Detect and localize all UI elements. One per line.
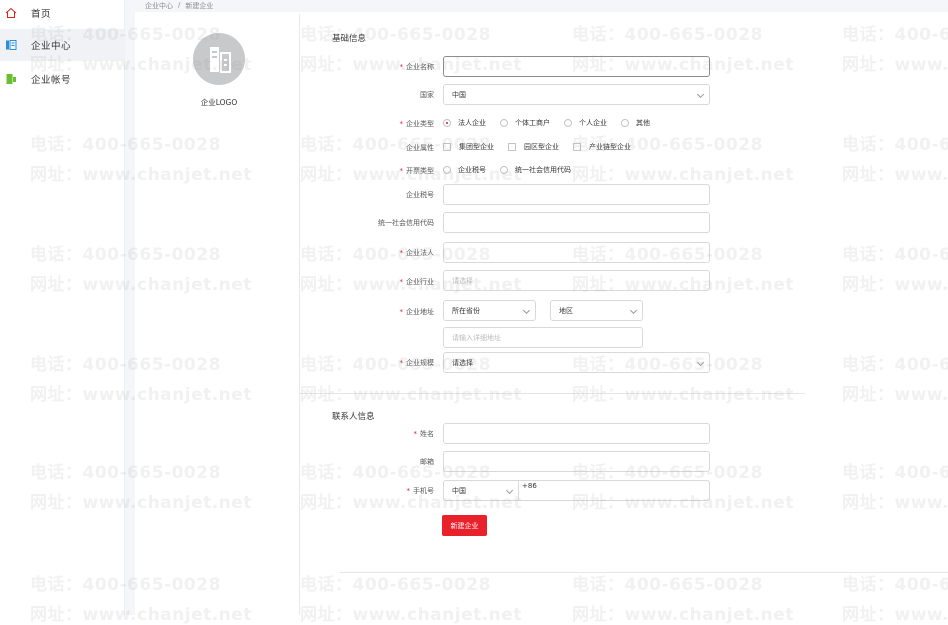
watermark-site: 网址：www.chanjet.net bbox=[842, 165, 948, 185]
sidebar-divider bbox=[125, 0, 135, 615]
watermark-phone: 电话：400-665-0028 bbox=[842, 25, 948, 45]
checkbox-icon bbox=[508, 143, 516, 151]
watermark-site: 网址：www.chanjet.net bbox=[842, 385, 948, 405]
section-title-basic: 基础信息 bbox=[332, 34, 367, 44]
region-select[interactable]: 地区 bbox=[550, 300, 643, 321]
sidebar-item-label: 企业帐号 bbox=[31, 75, 72, 86]
watermark-site: 网址：www.chanjet.net bbox=[842, 55, 948, 75]
contact-name-input[interactable] bbox=[443, 423, 710, 444]
label-company-type: * 企业类型 bbox=[399, 120, 435, 128]
watermark-phone: 电话：400-665-0028 bbox=[842, 135, 948, 155]
chevron-down-icon bbox=[696, 358, 705, 367]
logo-label: 企业LOGO bbox=[200, 98, 238, 107]
label-phone: * 手机号 bbox=[406, 487, 435, 495]
breadcrumb-parent[interactable]: 企业中心 bbox=[145, 1, 173, 11]
watermark-site: 网址：www.chanjet.net bbox=[842, 605, 948, 625]
create-company-button[interactable]: 新建企业 bbox=[442, 515, 487, 536]
province-select[interactable]: 所在省份 bbox=[443, 300, 536, 321]
section-divider bbox=[300, 393, 805, 394]
radio-checked-icon bbox=[443, 119, 451, 127]
building-icon bbox=[6, 40, 17, 50]
company-logo-icon bbox=[210, 47, 231, 73]
label-country: 国家 bbox=[420, 91, 434, 99]
section-title-contact: 联系人信息 bbox=[332, 412, 375, 422]
country-select[interactable]: 中国 bbox=[443, 84, 710, 105]
radio-option[interactable]: 个体工商户 bbox=[500, 118, 550, 128]
radio-option[interactable]: 企业税号 bbox=[443, 165, 486, 175]
chevron-down-icon bbox=[522, 306, 531, 315]
watermark-site: 网址：www.chanjet.net bbox=[842, 493, 948, 513]
sidebar-item-enterprise-center[interactable]: 企业中心 bbox=[0, 29, 125, 61]
phone-country-select[interactable]: 中国 bbox=[443, 480, 519, 501]
checkbox-option[interactable]: 产业链型企业 bbox=[573, 142, 631, 152]
radio-icon bbox=[500, 119, 508, 127]
logo-upload[interactable] bbox=[193, 33, 245, 85]
email-input[interactable] bbox=[443, 451, 710, 472]
credit-code-input[interactable] bbox=[443, 212, 710, 233]
account-icon bbox=[6, 74, 16, 84]
label-address: * 企业地址 bbox=[399, 308, 435, 316]
chevron-down-icon bbox=[505, 486, 514, 495]
watermark-phone: 电话：400-665-0028 bbox=[300, 575, 491, 595]
sidebar-item-enterprise-account[interactable]: 企业帐号 bbox=[0, 63, 125, 95]
watermark-site: 网址：www.chanjet.net bbox=[300, 605, 522, 625]
watermark-phone: 电话：400-665-0028 bbox=[572, 25, 763, 45]
radio-option[interactable]: 个人企业 bbox=[564, 118, 607, 128]
legal-person-input[interactable] bbox=[443, 242, 710, 263]
checkbox-icon bbox=[573, 143, 581, 151]
breadcrumb-current: 新建企业 bbox=[185, 2, 214, 10]
label-email: 邮箱 bbox=[420, 458, 434, 466]
address-detail-input[interactable]: 请输入详细地址 bbox=[443, 327, 643, 348]
watermark-site: 网址：www.chanjet.net bbox=[842, 275, 948, 295]
radio-icon bbox=[443, 166, 451, 174]
company-attr-checkbox-group: 集团型企业 园区型企业 产业链型企业 bbox=[443, 142, 645, 152]
chevron-down-icon bbox=[696, 90, 705, 99]
phone-prefix: +86 bbox=[522, 482, 537, 490]
label-invoice-type: * 开票类型 bbox=[399, 167, 435, 175]
watermark-phone: 电话：400-665-0028 bbox=[572, 575, 763, 595]
checkbox-option[interactable]: 集团型企业 bbox=[443, 142, 494, 152]
footer-divider bbox=[340, 572, 948, 573]
breadcrumb: 企业中心 / 新建企业 bbox=[145, 1, 213, 11]
breadcrumb-separator: / bbox=[178, 1, 181, 9]
home-icon bbox=[5, 7, 17, 18]
checkbox-option[interactable]: 园区型企业 bbox=[508, 142, 559, 152]
sidebar-item-label: 企业中心 bbox=[31, 41, 72, 52]
label-industry: * 企业行业 bbox=[399, 278, 435, 286]
checkbox-icon bbox=[443, 143, 451, 151]
sidebar-item-label: 首页 bbox=[31, 9, 52, 20]
label-contact-name: * 姓名 bbox=[413, 430, 435, 438]
top-bar bbox=[135, 0, 948, 12]
label-legal-person: * 企业法人 bbox=[399, 249, 435, 257]
watermark-phone: 电话：400-665-0028 bbox=[842, 245, 948, 265]
tax-number-input[interactable] bbox=[443, 184, 710, 205]
watermark-phone: 电话：400-665-0028 bbox=[842, 575, 948, 595]
chevron-down-icon bbox=[629, 306, 638, 315]
radio-icon bbox=[500, 166, 508, 174]
watermark-phone: 电话：400-665-0028 bbox=[300, 25, 491, 45]
label-company-attr: 企业属性 bbox=[406, 144, 434, 152]
company-name-input[interactable] bbox=[443, 56, 710, 77]
sidebar: 首页 企业中心 企业帐号 bbox=[0, 0, 125, 615]
radio-icon bbox=[564, 119, 572, 127]
invoice-type-radio-group: 企业税号 统一社会信用代码 bbox=[443, 165, 585, 175]
label-company-name: * 企业名称 bbox=[399, 63, 435, 71]
label-credit-code: 统一社会信用代码 bbox=[378, 219, 434, 227]
label-tax-number: 企业税号 bbox=[406, 191, 434, 199]
radio-icon bbox=[621, 119, 629, 127]
company-type-radio-group: 法人企业 个体工商户 个人企业 其他 bbox=[443, 118, 664, 128]
watermark-phone: 电话：400-665-0028 bbox=[842, 463, 948, 483]
scale-select[interactable]: 请选择 bbox=[443, 352, 710, 373]
industry-select[interactable]: 请选择 bbox=[443, 270, 710, 291]
divider-vertical bbox=[299, 14, 300, 615]
radio-option[interactable]: 法人企业 bbox=[443, 118, 486, 128]
watermark-site: 网址：www.chanjet.net bbox=[572, 605, 794, 625]
watermark-phone: 电话：400-665-0028 bbox=[842, 355, 948, 375]
radio-option[interactable]: 其他 bbox=[621, 118, 650, 128]
sidebar-item-home[interactable]: 首页 bbox=[0, 0, 125, 29]
label-scale: * 企业规模 bbox=[399, 359, 435, 367]
watermark-site: 网址：www.chanjet.net bbox=[572, 165, 794, 185]
radio-option[interactable]: 统一社会信用代码 bbox=[500, 165, 571, 175]
